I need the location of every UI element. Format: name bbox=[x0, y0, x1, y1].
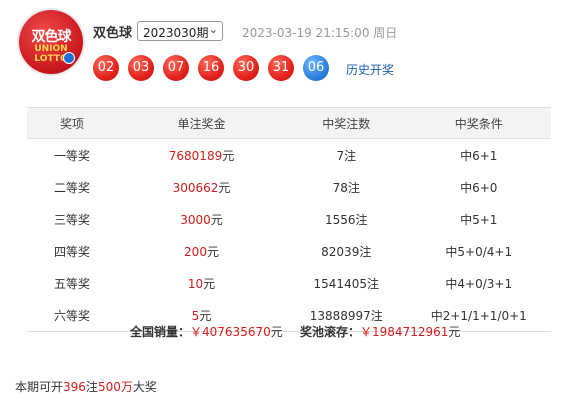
winner-count: 7注 bbox=[336, 148, 357, 163]
winner-count: 1541405注 bbox=[313, 276, 379, 291]
prize-level: 六等奖 bbox=[27, 299, 117, 332]
prize-level: 二等奖 bbox=[53, 180, 90, 195]
winner-count: 1556注 bbox=[324, 212, 368, 227]
red-ball: 16 bbox=[198, 55, 224, 81]
winner-count: 78注 bbox=[332, 180, 360, 195]
logo-blue-dot bbox=[63, 52, 75, 64]
union-lotto-logo: 双色球 UNION LOTTO bbox=[19, 10, 83, 74]
win-condition: 中6+0 bbox=[460, 180, 498, 195]
table-row: 五等奖 10元 1541405注 中4+0/3+1 bbox=[27, 267, 551, 299]
winner-count: 82039注 bbox=[321, 244, 372, 259]
table-row: 三等奖 3000元 1556注 中5+1 bbox=[27, 203, 551, 235]
chevron-down-icon: ⌄ bbox=[208, 23, 218, 36]
table-row: 四等奖 200元 82039注 中5+0/4+1 bbox=[27, 235, 551, 267]
table-header-row: 奖项 单注奖金 中奖注数 中奖条件 bbox=[27, 107, 551, 139]
logo-cn-text: 双色球 bbox=[31, 29, 72, 45]
prize-amount: 300662元 bbox=[172, 180, 231, 195]
prize-level: 四等奖 bbox=[53, 244, 90, 259]
header-prize-amount: 单注奖金 bbox=[117, 107, 287, 139]
logo-en-text-1: UNION bbox=[34, 44, 68, 54]
draw-time: 2023-03-19 21:15:00 周日 bbox=[242, 26, 398, 40]
red-ball: 02 bbox=[93, 55, 119, 81]
table-row: 一等奖 7680189元 7注 中6+1 bbox=[27, 139, 551, 172]
national-sales: 全国销量：￥407635670元 bbox=[130, 325, 283, 339]
red-ball: 03 bbox=[128, 55, 154, 81]
prize-level: 三等奖 bbox=[53, 212, 90, 227]
prize-amount: 7680189元 bbox=[168, 148, 235, 163]
header-win-condition: 中奖条件 bbox=[406, 107, 551, 139]
prize-amount: 10元 bbox=[187, 276, 216, 291]
red-ball: 30 bbox=[233, 55, 259, 81]
header-prize-level: 奖项 bbox=[27, 107, 117, 139]
issue-select[interactable]: 2023030期 ⌄ bbox=[137, 21, 223, 41]
red-ball: 07 bbox=[163, 55, 189, 81]
table-row: 二等奖 300662元 78注 中6+0 bbox=[27, 171, 551, 203]
lottery-title: 双色球 bbox=[93, 26, 133, 41]
jackpot-pool: 奖池滚存：￥1984712961元 bbox=[300, 325, 461, 339]
prize-amount: 3000元 bbox=[180, 212, 223, 227]
prize-table: 奖项 单注奖金 中奖注数 中奖条件 一等奖 7680189元 7注 中6+1 二… bbox=[27, 107, 551, 332]
win-condition: 中4+0/3+1 bbox=[445, 276, 513, 291]
history-draws-link[interactable]: 历史开奖 bbox=[346, 61, 394, 78]
win-condition: 中5+0/4+1 bbox=[445, 244, 513, 259]
win-condition: 中6+1 bbox=[460, 148, 498, 163]
header-winner-count: 中奖注数 bbox=[286, 107, 407, 139]
red-ball: 31 bbox=[268, 55, 294, 81]
issue-select-value: 2023030期 bbox=[143, 26, 209, 40]
table-row: 六等奖 5元 13888997注 中2+1/1+1/0+1 bbox=[27, 299, 551, 332]
prize-level: 一等奖 bbox=[53, 148, 90, 163]
prize-amount: 200元 bbox=[184, 244, 219, 259]
jackpot-capacity-note: 本期可开396注500万大奖 bbox=[15, 380, 157, 394]
win-condition: 中5+1 bbox=[460, 212, 498, 227]
prize-level: 五等奖 bbox=[53, 276, 90, 291]
blue-ball: 06 bbox=[303, 55, 329, 81]
